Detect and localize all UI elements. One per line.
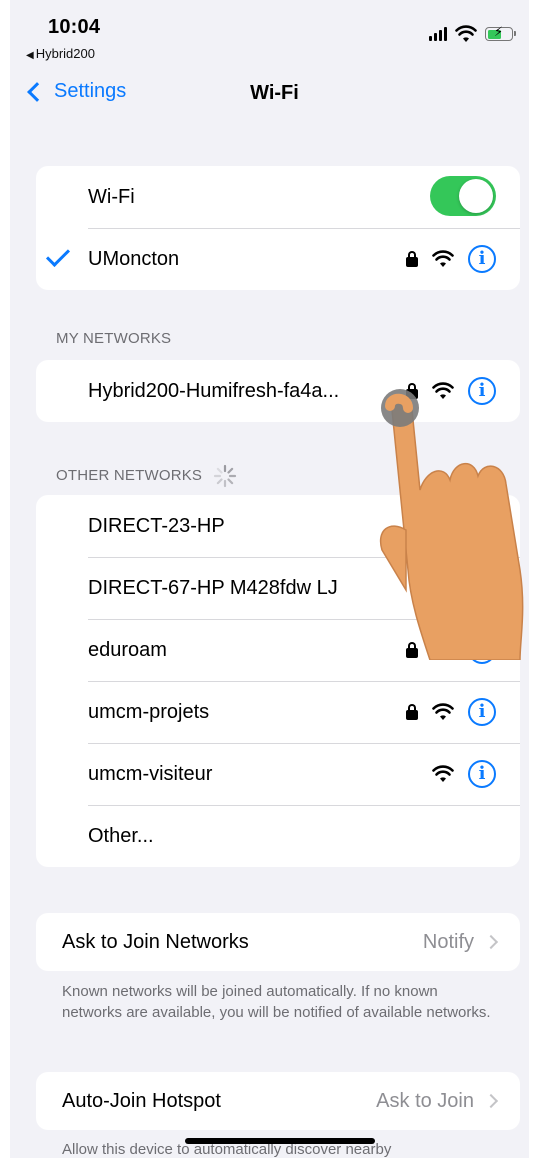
home-indicator[interactable] — [185, 1138, 375, 1144]
network-row[interactable]: umcm-projets i — [36, 681, 520, 743]
lock-icon — [406, 642, 418, 658]
status-icons: ⚡ — [429, 24, 516, 44]
network-name: Other... — [88, 824, 154, 847]
network-name: DIRECT-23-HP — [88, 514, 225, 537]
checkmark-icon — [45, 242, 71, 268]
chevron-right-icon — [483, 1093, 499, 1109]
ask-to-join-label: Ask to Join Networks — [62, 930, 249, 953]
connected-network-name: UMoncton — [88, 247, 180, 270]
network-name: Hybrid200-Humifresh-fa4a... — [88, 379, 340, 402]
ask-to-join-group: Ask to Join Networks Notify — [36, 913, 520, 971]
page-title: Wi-Fi — [250, 82, 299, 104]
lock-icon — [484, 580, 496, 596]
info-icon[interactable]: i — [468, 377, 496, 405]
lock-icon — [484, 518, 496, 534]
wifi-icon — [432, 765, 454, 782]
wifi-toggle-row: Wi-Fi — [36, 166, 520, 228]
wifi-icon — [432, 703, 454, 720]
ask-to-join-footnote: Known networks will be joined automatica… — [62, 983, 491, 1021]
status-time: 10:04 — [48, 16, 101, 38]
status-wifi-icon — [455, 25, 477, 42]
my-networks-header: MY NETWORKS — [56, 330, 172, 347]
wifi-settings-screen: 10:04 ◀ Hybrid200 ⚡ Settings Wi-Fi Wi-Fi … — [10, 0, 529, 1158]
lock-icon — [406, 704, 418, 720]
other-network-row[interactable]: Other... — [36, 805, 520, 867]
other-networks-label: OTHER NETWORKS — [56, 466, 203, 484]
network-row[interactable]: DIRECT-23-HP — [36, 495, 520, 557]
info-icon[interactable]: i — [468, 245, 496, 273]
wifi-icon — [432, 641, 454, 658]
info-icon[interactable]: i — [468, 760, 496, 788]
connected-network-row[interactable]: UMoncton i — [36, 228, 520, 290]
network-name: DIRECT-67-HP M428fdw LJ — [88, 576, 338, 599]
auto-join-row[interactable]: Auto-Join Hotspot Ask to Join — [36, 1072, 520, 1130]
lock-icon — [406, 251, 418, 267]
wifi-toggle-switch[interactable] — [430, 176, 496, 216]
lock-icon — [406, 383, 418, 399]
back-to-app-link[interactable]: ◀ Hybrid200 — [26, 46, 95, 61]
network-row[interactable]: Hybrid200-Humifresh-fa4a... i — [36, 360, 520, 422]
auto-join-value: Ask to Join — [376, 1089, 474, 1112]
back-triangle-icon: ◀ — [26, 50, 34, 61]
ask-to-join-value: Notify — [422, 930, 474, 953]
wifi-group: Wi-Fi UMoncton i — [36, 166, 520, 290]
network-row[interactable]: DIRECT-67-HP M428fdw LJ — [36, 557, 520, 619]
other-networks-header: OTHER NETWORKS — [56, 464, 237, 488]
network-row[interactable]: eduroam i — [36, 619, 520, 681]
battery-icon: ⚡ — [485, 25, 516, 41]
wifi-icon — [432, 382, 454, 399]
other-networks-group: DIRECT-23-HP DIRECT-67-HP M428fdw LJ edu… — [36, 495, 520, 867]
auto-join-label: Auto-Join Hotspot — [62, 1089, 221, 1112]
chevron-right-icon — [483, 934, 499, 950]
ask-to-join-row[interactable]: Ask to Join Networks Notify — [36, 913, 520, 971]
info-icon[interactable]: i — [468, 636, 496, 664]
cellular-signal-icon — [429, 27, 447, 41]
my-networks-group: Hybrid200-Humifresh-fa4a... i — [36, 360, 520, 422]
network-name: eduroam — [88, 638, 167, 661]
auto-join-group: Auto-Join Hotspot Ask to Join — [36, 1072, 520, 1130]
network-name: umcm-visiteur — [88, 762, 213, 785]
spinner-icon — [213, 464, 236, 488]
wifi-toggle-label: Wi-Fi — [88, 185, 135, 208]
back-app-label: Hybrid200 — [35, 46, 95, 61]
info-icon[interactable]: i — [468, 698, 496, 726]
network-name: umcm-projets — [88, 700, 210, 723]
network-row[interactable]: umcm-visiteur i — [36, 743, 520, 805]
wifi-icon — [432, 250, 454, 267]
